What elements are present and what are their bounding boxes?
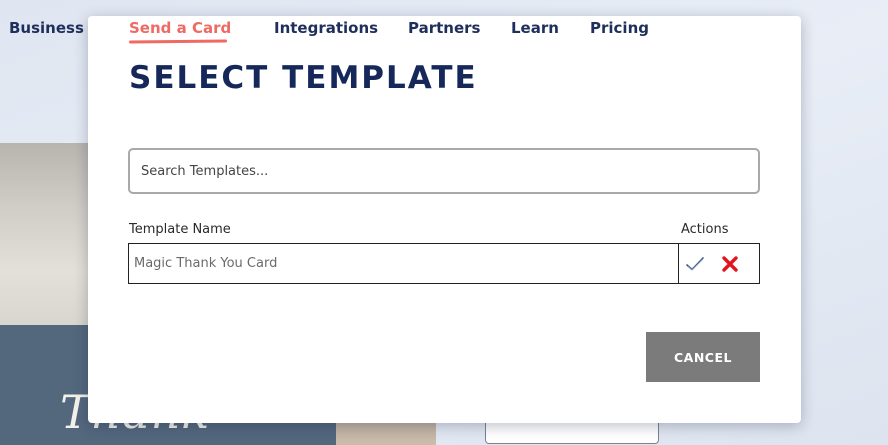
nav-learn[interactable]: Learn	[511, 19, 559, 37]
column-header-template-name: Template Name	[129, 222, 231, 237]
background-photo	[0, 143, 88, 325]
nav-integrations[interactable]: Integrations	[274, 19, 378, 37]
background-outline-button	[485, 420, 659, 444]
nav-active-underline	[128, 39, 228, 44]
check-icon[interactable]	[685, 256, 705, 272]
column-header-actions: Actions	[681, 222, 729, 237]
search-templates-input[interactable]	[128, 148, 760, 194]
template-table-row: Magic Thank You Card	[128, 243, 760, 284]
template-name-cell[interactable]: Magic Thank You Card	[129, 244, 679, 283]
nav-partners[interactable]: Partners	[408, 19, 480, 37]
close-icon[interactable]	[721, 255, 739, 273]
select-template-modal: Send a Card Integrations Partners Learn …	[88, 16, 801, 423]
modal-title: SELECT TEMPLATE	[129, 60, 478, 96]
template-actions-cell	[679, 244, 759, 283]
nav-send-a-card[interactable]: Send a Card	[129, 19, 231, 37]
background-nav-business: Business	[9, 19, 84, 37]
nav-pricing[interactable]: Pricing	[590, 19, 649, 37]
cancel-button[interactable]: CANCEL	[646, 332, 760, 382]
